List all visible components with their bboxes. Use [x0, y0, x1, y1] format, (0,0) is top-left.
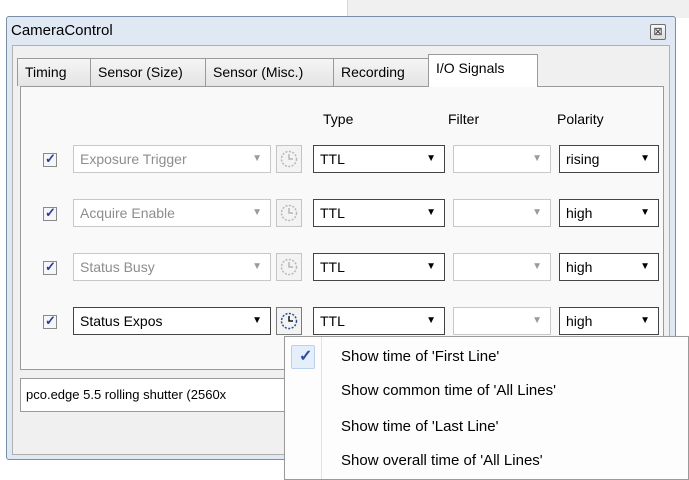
chevron-down-icon: ▼: [640, 315, 650, 326]
title-bar[interactable]: CameraControl ⊠: [7, 17, 675, 45]
timing-context-menu: ✓ Show time of 'First Line' Show common …: [284, 336, 689, 480]
signal-name-select[interactable]: Exposure Trigger ▼: [73, 145, 271, 173]
signal-name-select[interactable]: Status Busy ▼: [73, 253, 271, 281]
signal-polarity-select[interactable]: rising ▼: [559, 145, 659, 173]
chevron-down-icon: ▼: [426, 207, 436, 218]
signal-name-select[interactable]: Status Expos ▼: [73, 307, 271, 335]
clock-icon: [280, 258, 298, 276]
chevron-down-icon: ▼: [426, 153, 436, 164]
chevron-down-icon: ▼: [426, 261, 436, 272]
chevron-down-icon: ▼: [532, 315, 542, 326]
tab-sensor-size[interactable]: Sensor (Size): [90, 58, 206, 86]
chevron-down-icon: ▼: [640, 261, 650, 272]
signal-name-select[interactable]: Acquire Enable ▼: [73, 199, 271, 227]
timing-options-button[interactable]: [276, 145, 302, 173]
timing-options-button[interactable]: [276, 307, 302, 335]
signal-filter-select[interactable]: ▼: [453, 307, 551, 335]
signal-enable-checkbox[interactable]: ✓: [43, 205, 57, 221]
signal-enable-checkbox[interactable]: ✓: [43, 313, 57, 329]
timing-options-button[interactable]: [276, 253, 302, 281]
signal-type-select[interactable]: TTL ▼: [313, 199, 445, 227]
checkmark-icon: ✓: [45, 313, 56, 328]
menu-item-common-all-lines[interactable]: Show common time of 'All Lines': [287, 375, 686, 407]
chevron-down-icon: ▼: [640, 153, 650, 164]
clock-icon: [280, 312, 298, 330]
signal-polarity-select[interactable]: high ▼: [559, 199, 659, 227]
signal-polarity-select[interactable]: high ▼: [559, 253, 659, 281]
close-icon: ⊠: [653, 26, 663, 38]
tab-recording[interactable]: Recording: [333, 58, 429, 86]
tab-sensor-misc[interactable]: Sensor (Misc.): [205, 58, 334, 86]
checkmark-icon: ✓: [45, 259, 56, 274]
close-button[interactable]: ⊠: [650, 24, 666, 40]
chevron-down-icon: ▼: [426, 315, 436, 326]
tab-io-signals[interactable]: I/O Signals: [428, 54, 538, 87]
signal-polarity-select[interactable]: high ▼: [559, 307, 659, 335]
column-header-filter: Filter: [448, 111, 480, 127]
signal-filter-select[interactable]: ▼: [453, 199, 551, 227]
clock-icon: [280, 204, 298, 222]
checkmark-icon: ✓: [45, 205, 56, 220]
column-header-type: Type: [323, 111, 354, 127]
menu-item-last-line[interactable]: Show time of 'Last Line': [287, 411, 686, 443]
io-signals-panel: Type Filter Polarity ✓ Exposure Trigger ▼…: [20, 86, 664, 370]
menu-item-first-line[interactable]: ✓ Show time of 'First Line': [287, 341, 686, 373]
chevron-down-icon: ▼: [252, 315, 262, 326]
tab-bar: Timing Sensor (Size) Sensor (Misc.) Reco…: [13, 54, 669, 87]
signal-enable-checkbox[interactable]: ✓: [43, 259, 57, 275]
chevron-down-icon: ▼: [252, 261, 262, 272]
clock-icon: [280, 150, 298, 168]
signal-type-select[interactable]: TTL ▼: [313, 145, 445, 173]
signal-type-select[interactable]: TTL ▼: [313, 307, 445, 335]
signal-type-select[interactable]: TTL ▼: [313, 253, 445, 281]
column-header-polarity: Polarity: [557, 111, 604, 127]
chevron-down-icon: ▼: [532, 261, 542, 272]
signal-filter-select[interactable]: ▼: [453, 145, 551, 173]
signal-enable-checkbox[interactable]: ✓: [43, 151, 57, 167]
menu-item-overall-all-lines[interactable]: Show overall time of 'All Lines': [287, 445, 686, 477]
checkmark-icon: ✓: [299, 348, 313, 365]
chevron-down-icon: ▼: [532, 207, 542, 218]
chevron-down-icon: ▼: [640, 207, 650, 218]
signal-filter-select[interactable]: ▼: [453, 253, 551, 281]
chevron-down-icon: ▼: [532, 153, 542, 164]
checkmark-icon: ✓: [45, 151, 56, 166]
window-title: CameraControl: [11, 22, 113, 39]
chevron-down-icon: ▼: [252, 207, 262, 218]
chevron-down-icon: ▼: [252, 153, 262, 164]
timing-options-button[interactable]: [276, 199, 302, 227]
tab-timing[interactable]: Timing: [17, 58, 91, 86]
